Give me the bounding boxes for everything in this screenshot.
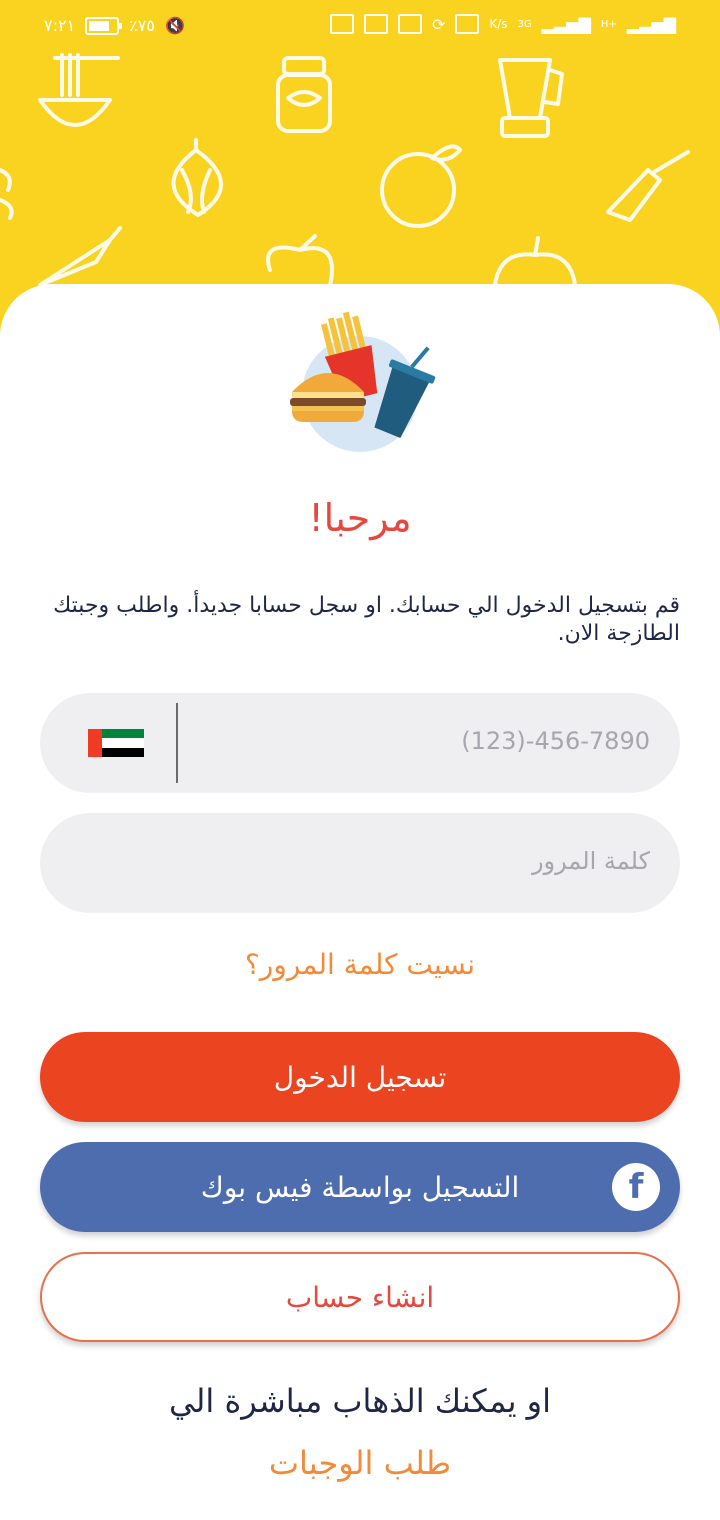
- battery-icon: [85, 16, 123, 35]
- sync-icon: ⟳: [431, 14, 446, 34]
- welcome-subtitle: قم بتسجيل الدخول الي حسابك. او سجل حسابا…: [53, 593, 680, 646]
- signal-icon: ▂▃▅▇: [541, 14, 591, 34]
- clock: ٧:٢١: [44, 16, 76, 35]
- facebook-button-label: التسجيل بواسطة فيس بوك: [200, 1170, 520, 1204]
- mute-icon: 🔇: [164, 16, 185, 35]
- create-account-label: انشاء حساب: [285, 1280, 435, 1314]
- notification-icon: [329, 14, 354, 34]
- order-meals-link[interactable]: طلب الوجبات: [0, 1444, 720, 1482]
- flag-stripes: [102, 729, 144, 757]
- field-divider: [176, 703, 178, 783]
- network-3g: 3G: [517, 18, 532, 30]
- phone-input-placeholder[interactable]: (123)-456-7890: [461, 727, 650, 755]
- welcome-title: مرحبا!: [308, 496, 412, 540]
- or-go-directly-text: او يمكنك الذهاب مباشرة الي: [168, 1382, 551, 1420]
- create-account-button[interactable]: انشاء حساب: [40, 1252, 680, 1342]
- activity-icon: [455, 14, 480, 34]
- facebook-icon: f: [612, 1163, 660, 1211]
- facebook-login-button[interactable]: f التسجيل بواسطة فيس بوك: [40, 1142, 680, 1232]
- network-speed: K/s: [489, 17, 508, 31]
- forgot-password-link[interactable]: نسيت كلمة المرور؟: [0, 948, 720, 981]
- password-field[interactable]: كلمة المرور: [40, 813, 680, 913]
- flag-red-band: [88, 729, 102, 757]
- notification-icon: [363, 14, 388, 34]
- calendar-icon: [397, 14, 422, 34]
- network-h: H+: [600, 18, 617, 30]
- login-button-label: تسجيل الدخول: [273, 1060, 447, 1094]
- password-input-placeholder[interactable]: كلمة المرور: [532, 847, 650, 875]
- fast-food-logo: [290, 311, 436, 452]
- signal-icon: ▂▃▅▇: [626, 14, 676, 34]
- status-bar: ٧:٢١ ٪٧٥ 🔇 ⟳ K/s 3G ▂▃▅▇ H+ ▂▃▅▇: [0, 0, 720, 56]
- login-button[interactable]: تسجيل الدخول: [40, 1032, 680, 1122]
- battery-level: ٪٧٥: [129, 16, 155, 35]
- country-flag-button[interactable]: [88, 729, 144, 757]
- phone-field[interactable]: (123)-456-7890: [40, 693, 680, 793]
